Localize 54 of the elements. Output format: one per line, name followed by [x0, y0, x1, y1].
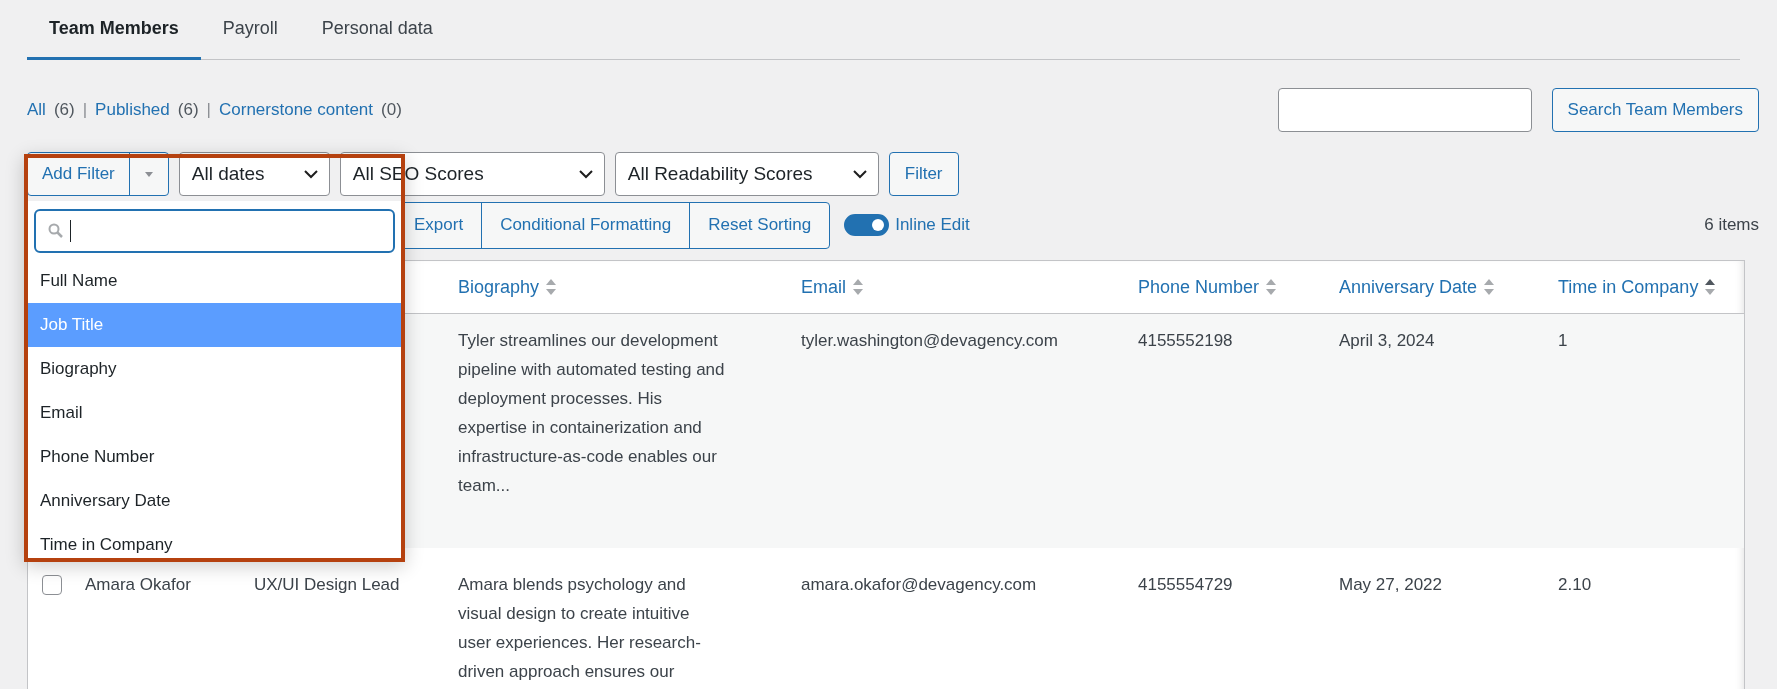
item-count: 6 items [1704, 215, 1759, 235]
chevron-icon [577, 169, 594, 179]
tab[interactable]: Team Members [27, 0, 201, 60]
table-cell-text: 4155552198 [1137, 330, 1234, 352]
filter-button[interactable]: Filter [888, 152, 959, 196]
view-count: (6) [177, 100, 199, 120]
view-count: (6) [53, 100, 75, 120]
view-link[interactable]: All [27, 100, 46, 120]
separator: | [206, 100, 211, 120]
table-cell-text: 1 [1557, 330, 1569, 352]
table-cell-text: amara.okafor@devagency.com [800, 574, 1038, 596]
search-icon [48, 223, 64, 239]
table-cell-text: Amara blends psychology and visual design to create intuitive user experiences. Her research-driven approach ensures our [457, 574, 702, 683]
view-link[interactable]: Published [95, 100, 170, 120]
table-cell-text: 4155554729 [1137, 574, 1234, 596]
tab[interactable]: Personal data [299, 0, 455, 60]
table-cell-text: April 3, 2024 [1338, 330, 1436, 352]
column-header[interactable]: Phone Number [1126, 276, 1327, 298]
menu-item[interactable]: Job Title [28, 303, 401, 347]
tab[interactable]: Payroll [200, 0, 300, 60]
menu-item[interactable]: Email [28, 391, 401, 435]
menu-item[interactable]: Time in Company [28, 523, 401, 567]
column-header[interactable]: Time in Company [1546, 276, 1744, 298]
select-field[interactable]: All Readability Scores [614, 152, 879, 196]
toggle-label: Inline Edit [895, 215, 970, 235]
column-header[interactable]: Email [789, 276, 1126, 298]
search-field[interactable] [1277, 88, 1532, 132]
menu-item[interactable]: Phone Number [28, 435, 401, 479]
menu-search-field[interactable] [34, 209, 395, 253]
view-count: (0) [381, 100, 402, 120]
table-cell-text: Tyler streamlines our development pipeline with automated testing and deployment processes. His expertise in containerization and infrastructure-as-code enables our team... [457, 330, 726, 497]
table-cell-text: UX/UI Design Lead [253, 574, 401, 596]
separator: | [82, 100, 88, 120]
chevron-icon [302, 169, 319, 179]
menu-item[interactable]: Biography [28, 347, 401, 391]
action-button[interactable]: Reset Sorting [689, 202, 830, 248]
chevron-icon [851, 169, 868, 179]
menu-item[interactable]: Full Name [28, 259, 401, 303]
table-cell-text: Amara Okafor [84, 574, 192, 596]
toggle-switch[interactable] [844, 214, 890, 236]
table-cell-text: 2.10 [1557, 574, 1593, 596]
table-cell-text: tyler.washington@devagency.com [800, 330, 1059, 352]
column-header[interactable]: Anniversary Date [1327, 276, 1546, 298]
search-button[interactable]: Search Team Members [1551, 88, 1759, 132]
menu-item[interactable]: Anniversary Date [28, 479, 401, 523]
select-field[interactable]: All dates [178, 152, 330, 196]
view-link[interactable]: Cornerstone content [219, 100, 374, 120]
table-cell-text: May 27, 2022 [1338, 574, 1443, 596]
caret-icon [144, 171, 153, 177]
row-checkbox[interactable] [42, 575, 62, 595]
sort-icon[interactable] [1704, 277, 1717, 297]
action-button[interactable]: Conditional Formatting [481, 202, 690, 248]
action-button[interactable]: Export [396, 202, 482, 248]
column-header[interactable]: Biography [446, 276, 789, 298]
